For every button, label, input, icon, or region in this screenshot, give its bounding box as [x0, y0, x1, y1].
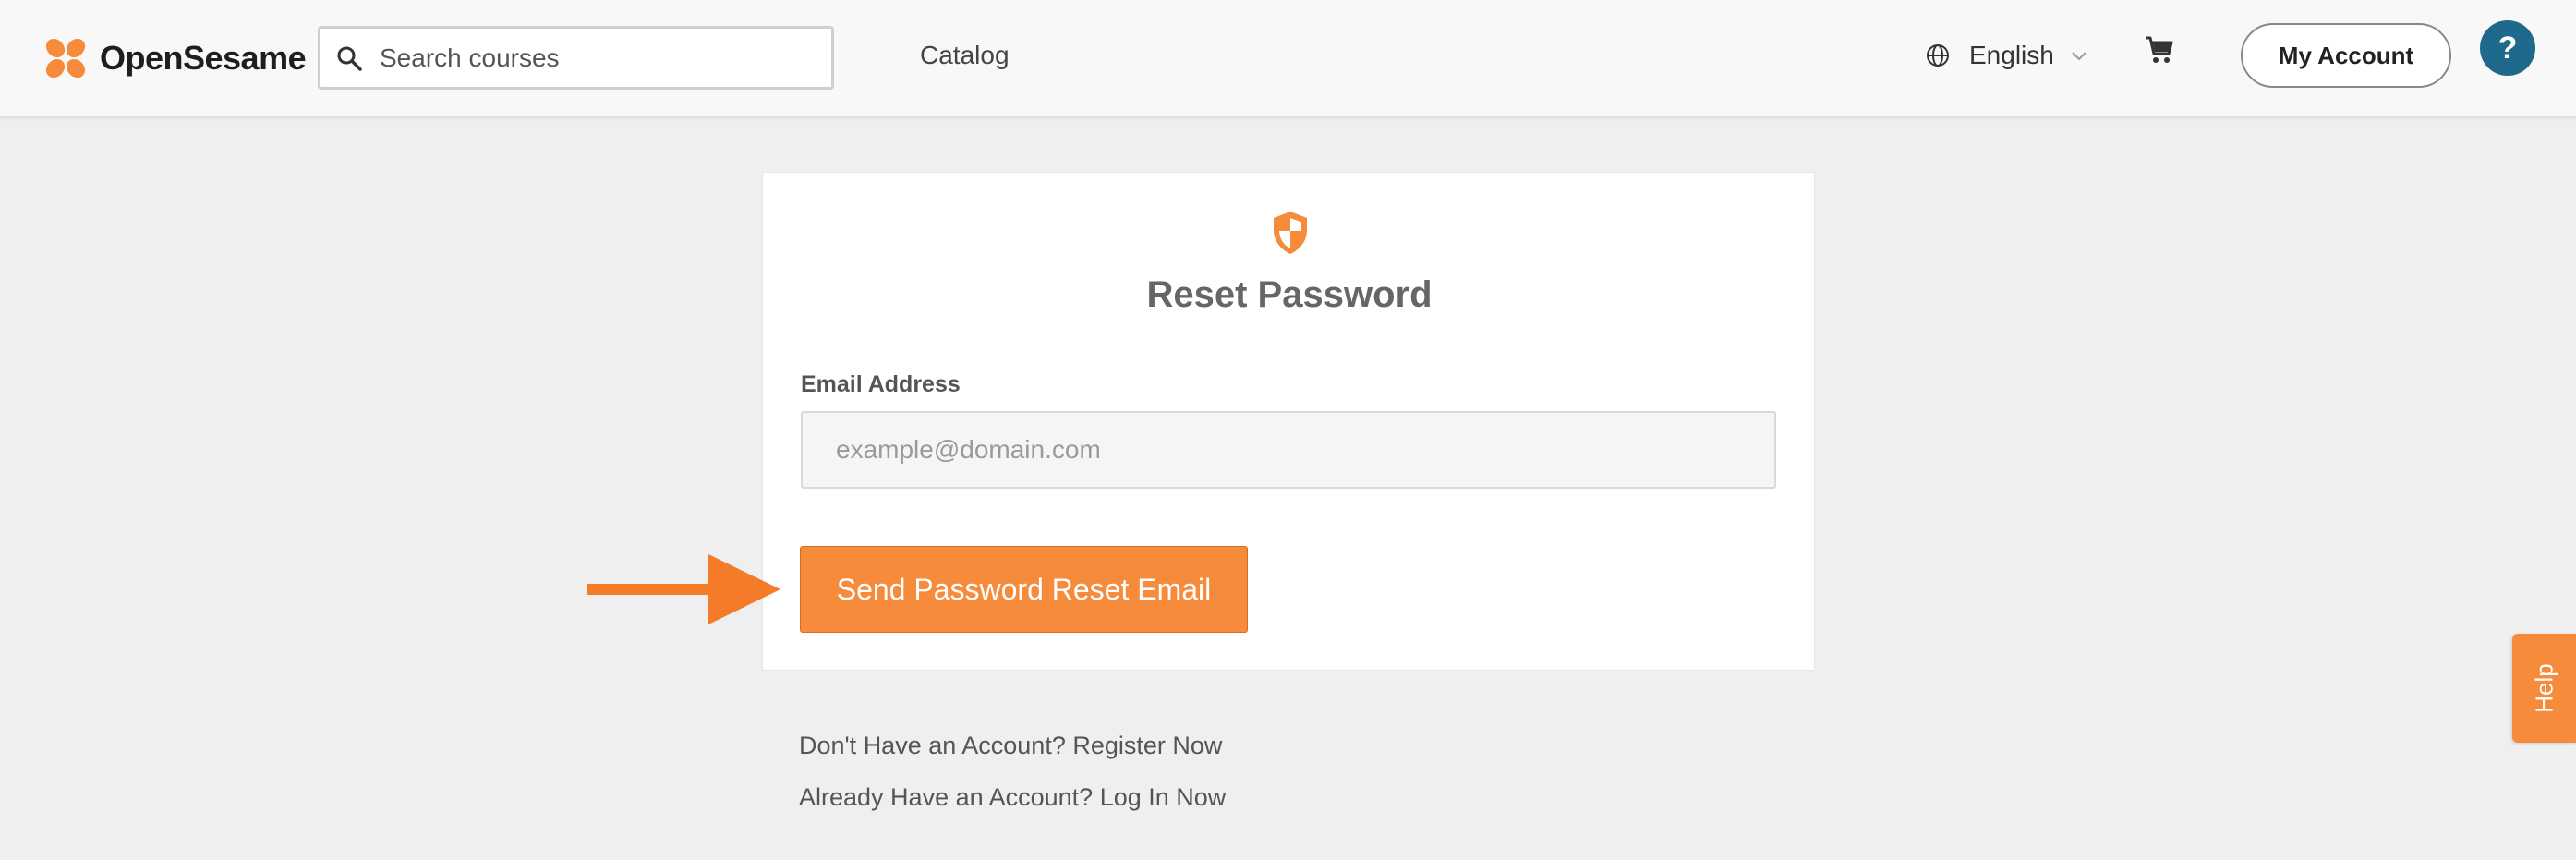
email-label: Email Address	[801, 371, 961, 397]
top-navigation-bar: OpenSesame Catalog English My Account ?	[0, 0, 2576, 117]
arrow-pointer-icon	[587, 554, 780, 624]
search-input[interactable]	[380, 42, 814, 73]
reset-password-card: Reset Password Email Address Send Passwo…	[762, 172, 1815, 671]
language-selector[interactable]: English	[1925, 41, 2089, 70]
shield-icon	[1274, 212, 1307, 254]
brand-name: OpenSesame	[100, 39, 307, 77]
language-label: English	[1969, 41, 2054, 69]
help-tab-label: Help	[2530, 663, 2558, 713]
register-link[interactable]: Don't Have an Account? Register Now	[799, 732, 1222, 760]
login-link[interactable]: Already Have an Account? Log In Now	[799, 783, 1226, 812]
search-icon	[337, 46, 362, 71]
send-reset-email-button[interactable]: Send Password Reset Email	[800, 546, 1248, 633]
clover-logo-icon	[45, 38, 86, 79]
brand-logo[interactable]: OpenSesame	[42, 34, 307, 82]
cart-icon[interactable]	[2143, 33, 2176, 67]
email-field[interactable]	[801, 411, 1776, 489]
help-tab[interactable]: Help	[2512, 634, 2576, 743]
help-question-button[interactable]: ?	[2480, 20, 2535, 76]
chevron-down-icon	[2072, 52, 2086, 61]
globe-icon	[1927, 44, 1949, 67]
page-title: Reset Password	[1146, 274, 1433, 315]
my-account-button[interactable]: My Account	[2241, 23, 2451, 88]
search-box	[318, 26, 834, 90]
nav-catalog-link[interactable]: Catalog	[920, 41, 1010, 70]
